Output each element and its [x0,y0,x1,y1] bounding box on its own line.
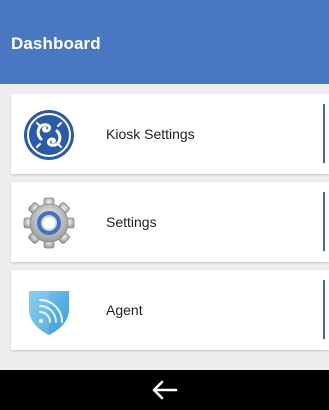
dashboard-list: Kiosk Settings Settings Agent [0,84,329,370]
back-arrow-icon[interactable] [150,378,180,402]
shield-wifi-icon [29,291,69,335]
app-header: Dashboard [0,0,329,84]
ge-logo-icon [24,110,74,160]
list-item-agent[interactable]: Agent [11,270,329,350]
accent-bar [323,104,325,163]
gear-icon [23,197,75,249]
list-item-settings[interactable]: Settings [11,182,329,262]
list-item-label: Kiosk Settings [106,126,195,142]
list-item-label: Settings [106,214,157,230]
page-title: Dashboard [11,34,101,53]
list-item-label: Agent [106,302,143,318]
list-item-kiosk-settings[interactable]: Kiosk Settings [11,94,329,174]
accent-bar [323,280,325,339]
accent-bar [323,192,325,251]
navigation-bar [0,370,329,410]
